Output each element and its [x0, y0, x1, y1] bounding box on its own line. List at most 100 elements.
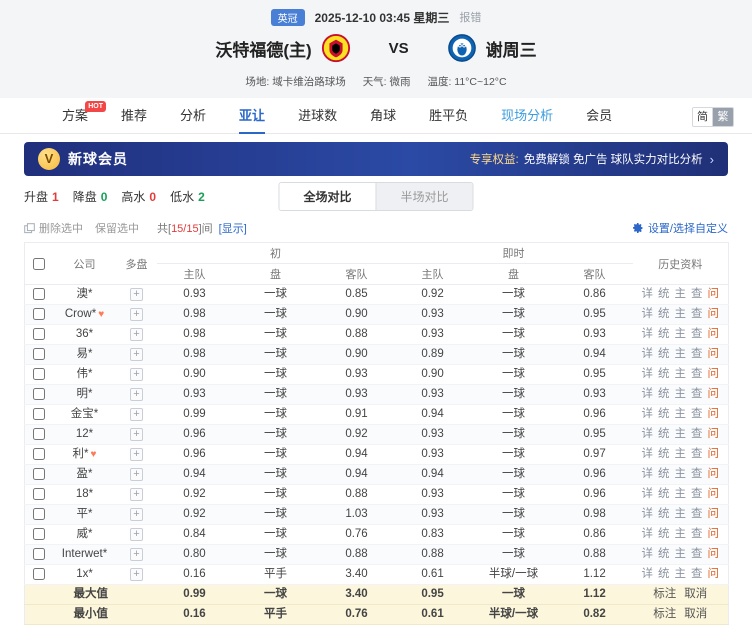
- expand-odds-button[interactable]: +: [130, 368, 143, 381]
- row-checkbox[interactable]: [33, 568, 45, 580]
- company-name[interactable]: 利*♥: [53, 445, 117, 465]
- row-checkbox[interactable]: [33, 508, 45, 520]
- history-link-问[interactable]: 问: [708, 488, 720, 500]
- tab-方案[interactable]: 方案HOT: [62, 98, 88, 134]
- history-link-统[interactable]: 统: [658, 448, 670, 460]
- history-link-统[interactable]: 统: [658, 468, 670, 480]
- history-link-查[interactable]: 查: [691, 448, 703, 460]
- tab-现场分析[interactable]: 现场分析: [501, 98, 553, 134]
- row-checkbox[interactable]: [33, 368, 45, 380]
- expand-odds-button[interactable]: +: [130, 408, 143, 421]
- history-link-问[interactable]: 问: [708, 528, 720, 540]
- history-link-详[interactable]: 详: [642, 368, 654, 380]
- history-link-主[interactable]: 主: [675, 488, 687, 500]
- history-link-查[interactable]: 查: [691, 468, 703, 480]
- expand-odds-button[interactable]: +: [130, 288, 143, 301]
- expand-odds-button[interactable]: +: [130, 308, 143, 321]
- tab-角球[interactable]: 角球: [370, 98, 396, 134]
- company-name[interactable]: 金宝*: [53, 405, 117, 425]
- lang-simplified-button[interactable]: 简: [693, 108, 713, 126]
- history-link-查[interactable]: 查: [691, 488, 703, 500]
- company-name[interactable]: 澳*: [53, 285, 117, 305]
- row-checkbox[interactable]: [33, 468, 45, 480]
- history-link-详[interactable]: 详: [642, 308, 654, 320]
- history-link-主[interactable]: 主: [675, 568, 687, 580]
- company-name[interactable]: 1x*: [53, 565, 117, 585]
- company-name[interactable]: Interwet*: [53, 545, 117, 565]
- history-link-查[interactable]: 查: [691, 548, 703, 560]
- history-link-主[interactable]: 主: [675, 368, 687, 380]
- company-name[interactable]: 威*: [53, 525, 117, 545]
- full-match-tab[interactable]: 全场对比: [279, 183, 375, 210]
- history-link-统[interactable]: 统: [658, 568, 670, 580]
- row-checkbox[interactable]: [33, 308, 45, 320]
- history-link-统[interactable]: 统: [658, 428, 670, 440]
- history-link-主[interactable]: 主: [675, 428, 687, 440]
- history-link-问[interactable]: 问: [708, 508, 720, 520]
- settings-link[interactable]: 设置/选择自定义: [632, 220, 728, 236]
- history-link-问[interactable]: 问: [708, 348, 720, 360]
- history-link-主[interactable]: 主: [675, 308, 687, 320]
- summary-link-标注[interactable]: 标注: [653, 588, 676, 600]
- history-link-查[interactable]: 查: [691, 308, 703, 320]
- history-link-统[interactable]: 统: [658, 408, 670, 420]
- history-link-查[interactable]: 查: [691, 508, 703, 520]
- company-name[interactable]: 12*: [53, 425, 117, 445]
- history-link-问[interactable]: 问: [708, 568, 720, 580]
- row-checkbox[interactable]: [33, 448, 45, 460]
- expand-odds-button[interactable]: +: [130, 388, 143, 401]
- history-link-查[interactable]: 查: [691, 528, 703, 540]
- row-checkbox[interactable]: [33, 288, 45, 300]
- history-link-统[interactable]: 统: [658, 488, 670, 500]
- select-all-checkbox[interactable]: [33, 258, 45, 270]
- expand-odds-button[interactable]: +: [130, 528, 143, 541]
- history-link-问[interactable]: 问: [708, 388, 720, 400]
- history-link-主[interactable]: 主: [675, 528, 687, 540]
- vip-benefits[interactable]: 专享权益: 免费解锁 免广告 球队实力对比分析 ›: [470, 151, 714, 167]
- history-link-主[interactable]: 主: [675, 468, 687, 480]
- home-team-name[interactable]: 沃特福德(主): [215, 36, 311, 61]
- history-link-统[interactable]: 统: [658, 508, 670, 520]
- expand-odds-button[interactable]: +: [130, 508, 143, 521]
- history-link-问[interactable]: 问: [708, 408, 720, 420]
- history-link-主[interactable]: 主: [675, 388, 687, 400]
- expand-odds-button[interactable]: +: [130, 468, 143, 481]
- lang-traditional-button[interactable]: 繁: [713, 108, 733, 126]
- keep-selected-button[interactable]: 保留选中: [95, 220, 139, 236]
- row-checkbox[interactable]: [33, 408, 45, 420]
- history-link-详[interactable]: 详: [642, 408, 654, 420]
- history-link-查[interactable]: 查: [691, 348, 703, 360]
- tab-亚让[interactable]: 亚让: [239, 98, 265, 134]
- history-link-详[interactable]: 详: [642, 508, 654, 520]
- delete-selected-button[interactable]: 删除选中: [39, 220, 83, 236]
- show-button[interactable]: [显示]: [219, 220, 247, 236]
- expand-odds-button[interactable]: +: [130, 428, 143, 441]
- history-link-详[interactable]: 详: [642, 488, 654, 500]
- history-link-查[interactable]: 查: [691, 408, 703, 420]
- history-link-详[interactable]: 详: [642, 388, 654, 400]
- half-match-tab[interactable]: 半场对比: [376, 183, 473, 210]
- summary-link-取消[interactable]: 取消: [684, 608, 707, 620]
- company-name[interactable]: 盈*: [53, 465, 117, 485]
- history-link-详[interactable]: 详: [642, 428, 654, 440]
- tab-推荐[interactable]: 推荐: [121, 98, 147, 134]
- tab-会员[interactable]: 会员: [586, 98, 612, 134]
- report-error-link[interactable]: 报错: [459, 9, 481, 25]
- row-checkbox[interactable]: [33, 528, 45, 540]
- company-name[interactable]: 平*: [53, 505, 117, 525]
- history-link-问[interactable]: 问: [708, 368, 720, 380]
- history-link-问[interactable]: 问: [708, 448, 720, 460]
- row-checkbox[interactable]: [33, 428, 45, 440]
- history-link-统[interactable]: 统: [658, 348, 670, 360]
- away-team-name[interactable]: 谢周三: [486, 36, 537, 61]
- company-name[interactable]: Crow*♥: [53, 305, 117, 325]
- row-checkbox[interactable]: [33, 388, 45, 400]
- history-link-主[interactable]: 主: [675, 508, 687, 520]
- company-name[interactable]: 36*: [53, 325, 117, 345]
- history-link-统[interactable]: 统: [658, 528, 670, 540]
- expand-odds-button[interactable]: +: [130, 348, 143, 361]
- summary-link-取消[interactable]: 取消: [684, 588, 707, 600]
- history-link-问[interactable]: 问: [708, 308, 720, 320]
- history-link-问[interactable]: 问: [708, 428, 720, 440]
- history-link-详[interactable]: 详: [642, 568, 654, 580]
